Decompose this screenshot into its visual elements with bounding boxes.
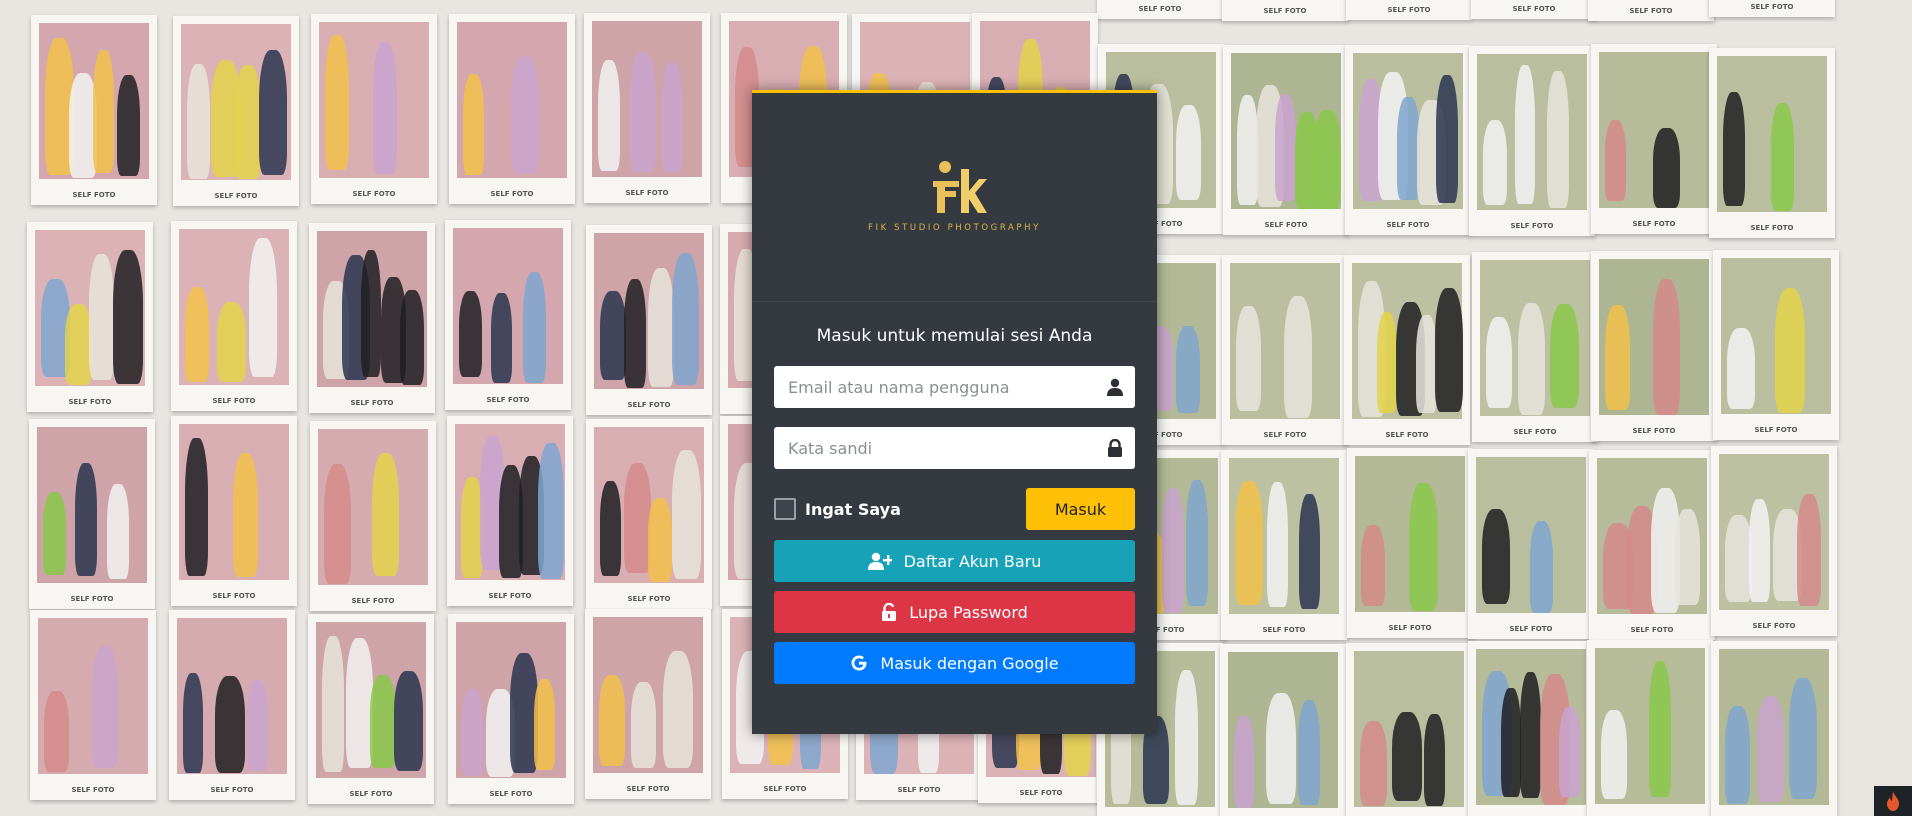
background-photo-print: SELF FOTO xyxy=(1221,450,1347,640)
background-photo-print: SELF FOTO xyxy=(447,416,573,606)
background-photo-print: SELF FOTO xyxy=(171,221,297,411)
background-photo-print: SELF FOTO xyxy=(1591,44,1717,234)
remember-checkbox[interactable] xyxy=(774,498,796,520)
username-input[interactable] xyxy=(774,367,1095,407)
background-photo-print: SELF FOTO xyxy=(1587,640,1713,816)
background-photo-print: SELF FOTO xyxy=(586,225,712,415)
background-photo-print: SELF FOTO xyxy=(1222,255,1348,445)
background-photo-print: SELF FOTO xyxy=(1468,641,1594,816)
background-photo-print: SELF FOTO xyxy=(309,223,435,413)
background-photo-print: SELF FOTO xyxy=(1345,45,1471,235)
background-photo-print: SELF FOTO xyxy=(30,610,156,800)
background-photo-print: SELF FOTO xyxy=(1097,0,1223,19)
background-photo-print: SELF FOTO xyxy=(1347,448,1473,638)
background-photo-print: SELF FOTO xyxy=(1589,450,1715,640)
background-photo-print: SELF FOTO xyxy=(29,419,155,609)
background-photo-print: SELF FOTO xyxy=(173,16,299,206)
user-plus-icon xyxy=(867,552,892,570)
login-card: FIK STUDIO PHOTOGRAPHY Masuk untuk memul… xyxy=(752,90,1157,734)
background-photo-print: SELF FOTO xyxy=(1711,641,1837,816)
background-photo-print: SELF FOTO xyxy=(1471,0,1597,19)
background-photo-print: SELF FOTO xyxy=(27,222,153,412)
brand-name: FIK STUDIO PHOTOGRAPHY xyxy=(868,223,1041,233)
register-button[interactable]: Daftar Akun Baru xyxy=(774,540,1135,582)
background-photo-print: SELF FOTO xyxy=(308,614,434,804)
forgot-label: Lupa Password xyxy=(909,602,1028,622)
background-photo-print: SELF FOTO xyxy=(449,14,575,204)
background-photo-print: SELF FOTO xyxy=(584,13,710,203)
background-photo-print: SELF FOTO xyxy=(1346,0,1472,20)
password-input[interactable] xyxy=(774,428,1095,468)
background-photo-print: SELF FOTO xyxy=(586,419,712,609)
background-photo-print: SELF FOTO xyxy=(1346,643,1472,816)
background-photo-print: SELF FOTO xyxy=(1711,446,1837,636)
background-photo-print: SELF FOTO xyxy=(448,614,574,804)
background-photo-print: SELF FOTO xyxy=(1468,449,1594,639)
background-photo-print: SELF FOTO xyxy=(1709,48,1835,238)
background-photo-print: SELF FOTO xyxy=(1344,255,1470,445)
background-photo-print: SELF FOTO xyxy=(585,609,711,799)
background-photo-print: SELF FOTO xyxy=(445,220,571,410)
register-label: Daftar Akun Baru xyxy=(903,551,1042,571)
background-photo-print: SELF FOTO xyxy=(1222,0,1348,21)
flame-icon xyxy=(1887,791,1899,811)
background-photo-print: SELF FOTO xyxy=(1713,250,1839,440)
background-photo-print: SELF FOTO xyxy=(1220,644,1346,816)
submit-button[interactable]: Masuk xyxy=(1026,488,1135,530)
background-photo-print: SELF FOTO xyxy=(169,610,295,800)
background-photo-print: SELF FOTO xyxy=(311,14,437,204)
background-photo-print: SELF FOTO xyxy=(310,421,436,611)
username-field-group xyxy=(774,366,1135,408)
user-icon xyxy=(1095,378,1135,396)
google-login-button[interactable]: Masuk dengan Google xyxy=(774,642,1135,684)
background-photo-print: SELF FOTO xyxy=(1469,46,1595,236)
password-field-group xyxy=(774,427,1135,469)
remember-submit-row: Ingat Saya Masuk xyxy=(774,488,1135,530)
remember-label: Ingat Saya xyxy=(805,499,901,519)
remember-me[interactable]: Ingat Saya xyxy=(774,498,901,520)
background-photo-print: SELF FOTO xyxy=(171,416,297,606)
forgot-password-button[interactable]: Lupa Password xyxy=(774,591,1135,633)
brand-logo xyxy=(923,157,987,221)
background-photo-print: SELF FOTO xyxy=(1591,251,1717,441)
login-message: Masuk untuk memulai sesi Anda xyxy=(816,326,1093,346)
card-header: FIK STUDIO PHOTOGRAPHY xyxy=(752,93,1157,302)
background-photo-print: SELF FOTO xyxy=(31,15,157,205)
background-photo-print: SELF FOTO xyxy=(1709,0,1835,17)
corner-badge[interactable] xyxy=(1874,786,1912,816)
google-icon xyxy=(851,655,867,671)
unlock-icon xyxy=(882,603,897,621)
lock-icon xyxy=(1095,439,1135,457)
google-label: Masuk dengan Google xyxy=(880,653,1059,673)
background-photo-print: SELF FOTO xyxy=(1223,45,1349,235)
background-photo-print: SELF FOTO xyxy=(1472,252,1598,442)
background-photo-print: SELF FOTO xyxy=(1588,0,1714,21)
